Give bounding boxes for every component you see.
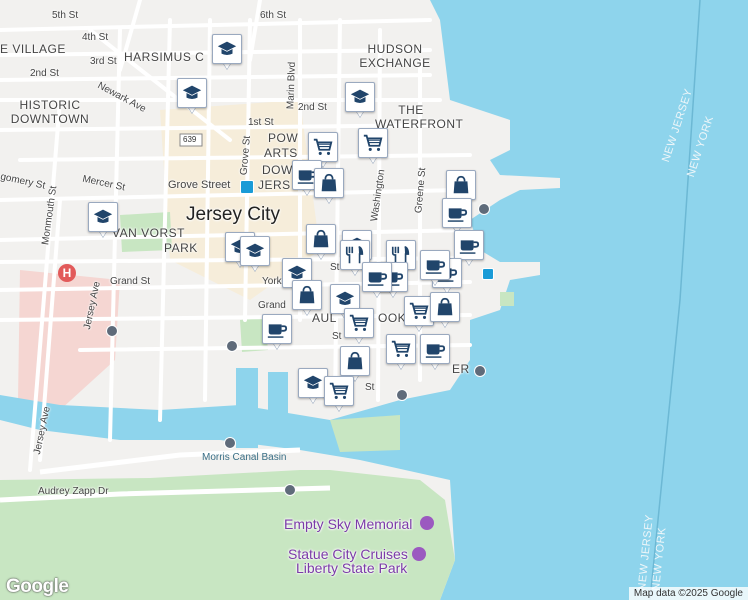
school-icon <box>88 202 118 232</box>
school-icon <box>212 34 242 64</box>
transit-station-icon[interactable] <box>240 180 254 194</box>
neighborhood-label-powerhouse: POW <box>268 131 299 145</box>
transit-stop-icon[interactable] <box>482 268 494 280</box>
coffee-icon <box>362 262 392 292</box>
cart-icon <box>344 308 374 338</box>
coffee-icon <box>262 314 292 344</box>
school-icon <box>345 82 375 112</box>
neighborhood-label-jersey: JERS <box>258 178 291 192</box>
map-canvas[interactable]: 5th St 6th St 4th St 3rd St 2nd St Newar… <box>0 0 748 600</box>
neighborhood-label-van-vorst: VAN VORST <box>112 226 185 240</box>
map-marker-cart[interactable] <box>358 128 388 166</box>
coffee-icon <box>442 198 472 228</box>
street-label-st-b: St <box>332 331 342 342</box>
neighborhood-label-downtown: DOW <box>262 163 293 177</box>
map-attribution[interactable]: Map data ©2025 Google <box>628 587 748 600</box>
coffee-icon <box>454 230 484 260</box>
street-label-audrey-zapp-dr: Audrey Zapp Dr <box>38 486 109 497</box>
memorial-icon[interactable] <box>420 516 434 530</box>
poi-label-liberty-state-park[interactable]: Liberty State Park <box>296 560 407 576</box>
map-marker-bag[interactable] <box>306 224 336 262</box>
neighborhood-label-hook: OOK <box>378 311 407 325</box>
map-marker-coffee[interactable] <box>262 314 292 352</box>
map-marker-cart[interactable] <box>386 334 416 372</box>
hospital-icon[interactable]: H <box>58 264 76 282</box>
bag-icon <box>292 280 322 310</box>
bag-icon <box>430 292 460 322</box>
bag-icon <box>314 168 344 198</box>
transit-stop-icon[interactable] <box>106 325 118 337</box>
poi-label-empty-sky-memorial[interactable]: Empty Sky Memorial <box>284 516 412 532</box>
street-label-2nd-st-east: 2nd St <box>298 102 327 113</box>
google-logo: Google <box>6 576 69 597</box>
coffee-icon <box>420 250 450 280</box>
transit-stop-icon[interactable] <box>396 389 408 401</box>
street-label-marin-blvd: Marin Blvd <box>285 61 298 110</box>
street-label-st-a: St <box>330 262 340 273</box>
map-marker-cart[interactable] <box>324 376 354 414</box>
transit-stop-icon[interactable] <box>224 437 236 449</box>
transit-stop-icon[interactable] <box>474 365 486 377</box>
map-marker-cart[interactable] <box>344 308 374 346</box>
map-marker-school[interactable] <box>88 202 118 240</box>
street-label-1st-st: 1st St <box>248 117 274 128</box>
neighborhood-label-arts: ARTS <box>264 146 298 160</box>
cart-icon <box>386 334 416 364</box>
school-icon <box>240 236 270 266</box>
cart-icon <box>324 376 354 406</box>
station-label: Grove Street <box>168 179 231 191</box>
street-label-york: York <box>262 276 282 287</box>
cart-icon <box>308 132 338 162</box>
map-marker-school[interactable] <box>212 34 242 72</box>
map-marker-school[interactable] <box>240 236 270 274</box>
coffee-icon <box>420 334 450 364</box>
bag-icon <box>446 170 476 200</box>
neighborhood-label-village: E VILLAGE <box>0 42 66 56</box>
water-label-morris-canal: Morris Canal Basin <box>202 452 287 463</box>
neighborhood-label-historic-downtown: HISTORIC DOWNTOWN <box>10 98 90 126</box>
city-label: Jersey City <box>186 204 280 225</box>
map-marker-coffee[interactable] <box>420 250 450 288</box>
bag-icon <box>306 224 336 254</box>
street-label-grand: Grand <box>258 300 286 311</box>
street-label-grand-st: Grand St <box>110 276 151 287</box>
street-label-3rd-st: 3rd St <box>90 56 117 67</box>
bag-icon <box>340 346 370 376</box>
map-marker-bag[interactable] <box>314 168 344 206</box>
street-label-5th-st: 5th St <box>52 10 79 21</box>
school-icon <box>177 78 207 108</box>
map-marker-bag[interactable] <box>292 280 322 318</box>
map-marker-coffee[interactable] <box>362 262 392 300</box>
map-marker-school[interactable] <box>345 82 375 120</box>
map-marker-bag[interactable] <box>430 292 460 330</box>
neighborhood-label-hudson-exchange: HUDSON EXCHANGE <box>359 42 431 70</box>
street-label-6th-st: 6th St <box>260 10 287 21</box>
route-shield-label: 639 <box>183 135 197 144</box>
map-marker-school[interactable] <box>177 78 207 116</box>
transit-stop-icon[interactable] <box>284 484 296 496</box>
neighborhood-label-exchange-er: ER <box>452 362 470 376</box>
neighborhood-label-waterfront: THE WATERFRONT <box>375 103 464 131</box>
transit-stop-icon[interactable] <box>478 203 490 215</box>
street-label-4th-st: 4th St <box>82 32 109 43</box>
camera-icon[interactable] <box>412 547 426 561</box>
neighborhood-label-park: PARK <box>164 241 198 255</box>
transit-stop-icon[interactable] <box>226 340 238 352</box>
neighborhood-label-harsimus: HARSIMUS C <box>124 50 205 64</box>
map-marker-coffee[interactable] <box>420 334 450 372</box>
cart-icon <box>358 128 388 158</box>
street-label-2nd-st-west: 2nd St <box>30 68 59 79</box>
